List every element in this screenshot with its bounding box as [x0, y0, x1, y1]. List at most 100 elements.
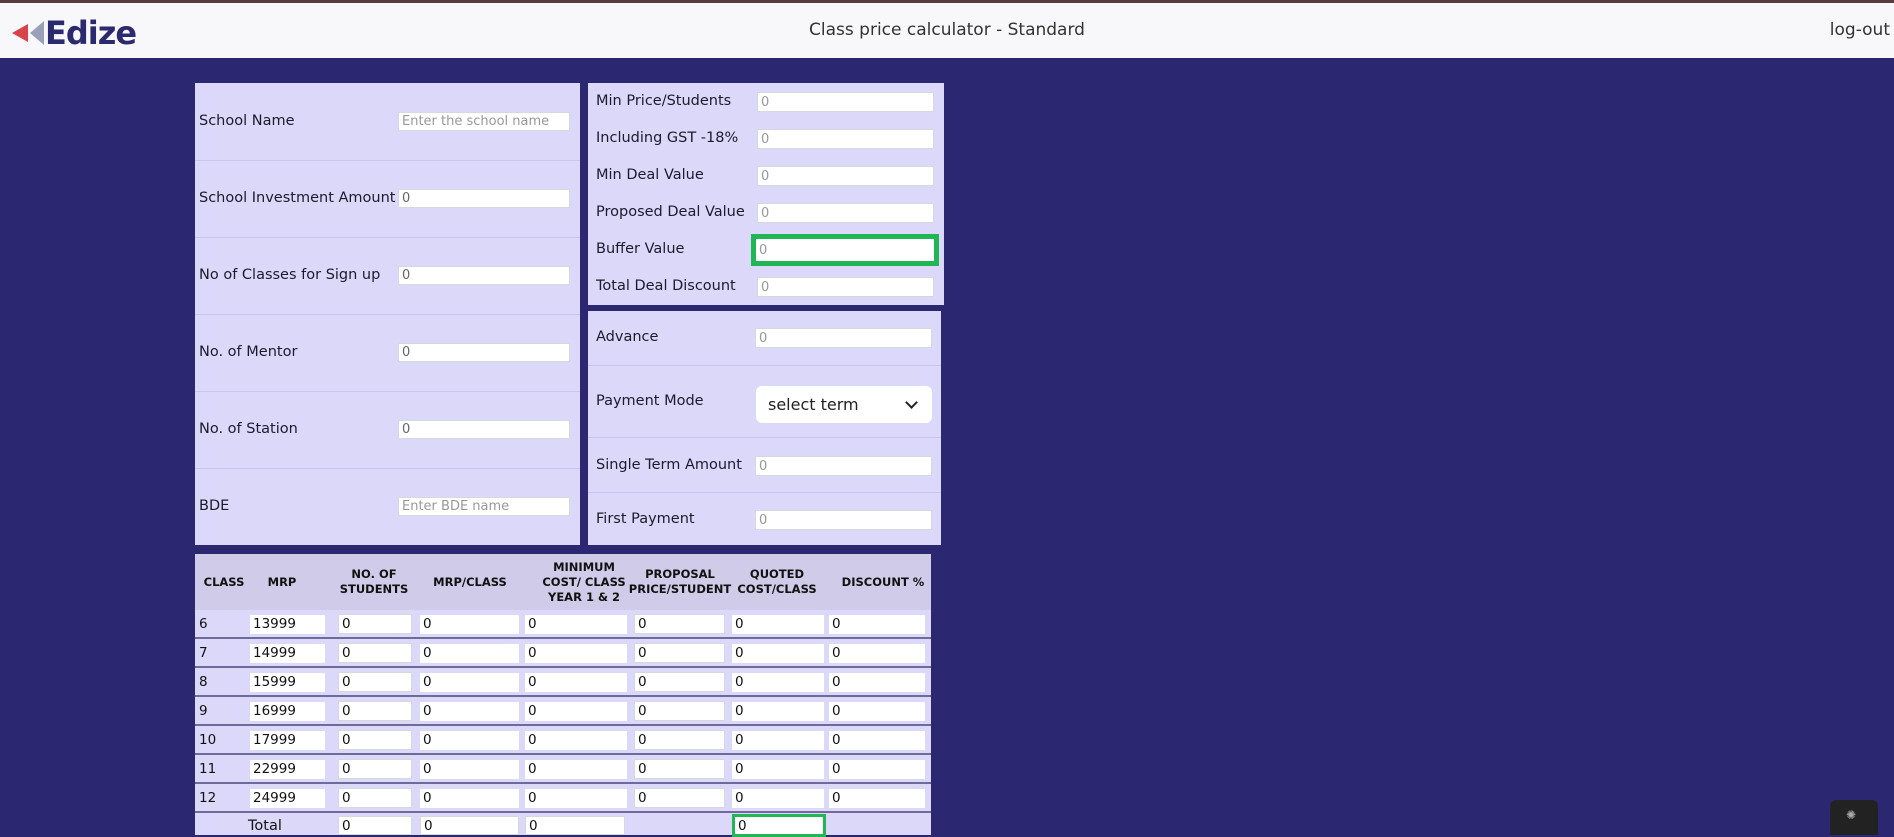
students-input[interactable]: [338, 672, 412, 692]
col-mrp: MRP: [267, 574, 297, 589]
table-row: 11 22999 0 0 0 0: [195, 755, 931, 784]
table-row: 10 17999 0 0 0 0: [195, 726, 931, 755]
cell-mrp-class: 0: [420, 673, 519, 692]
cell-class: 9: [199, 703, 208, 719]
total-students-input[interactable]: [338, 816, 412, 835]
proposal-price-input[interactable]: [634, 614, 725, 634]
proposal-price-input[interactable]: [634, 759, 725, 779]
students-input[interactable]: [338, 614, 412, 634]
cell-mrp-class: 0: [420, 760, 519, 779]
proposed-deal-row: Proposed Deal Value: [588, 194, 944, 231]
students-input[interactable]: [338, 730, 412, 750]
first-payment-row: First Payment: [588, 492, 941, 546]
min-deal-row: Min Deal Value: [588, 157, 944, 194]
proposal-price-input[interactable]: [634, 643, 725, 663]
gst-label: Including GST -18%: [596, 130, 739, 146]
cell-quoted-cost: 0: [732, 760, 824, 779]
first-payment-input[interactable]: [755, 510, 932, 530]
cell-quoted-cost: 0: [732, 731, 824, 750]
investment-row: School Investment Amount: [195, 160, 580, 238]
payment-mode-value: select term: [768, 395, 859, 414]
payment-mode-row: Payment Mode select term: [588, 311, 941, 437]
school-name-label: School Name: [199, 113, 295, 129]
cell-mrp-class: 0: [420, 702, 519, 721]
deal-values-panel: Min Price/Students Including GST -18% Mi…: [588, 83, 944, 305]
station-input[interactable]: [398, 420, 570, 439]
proposal-price-input[interactable]: [634, 730, 725, 750]
proposal-price-input[interactable]: [634, 788, 725, 808]
min-deal-label: Min Deal Value: [596, 167, 704, 183]
payment-mode-select[interactable]: select term: [756, 386, 932, 423]
total-row: Total: [195, 814, 931, 837]
cell-class: 11: [199, 761, 217, 777]
table-row: 7 14999 0 0 0 0: [195, 639, 931, 668]
col-quoted-cost: QUOTED COST/CLASS: [737, 567, 817, 596]
students-input[interactable]: [338, 759, 412, 779]
cell-discount: 0: [829, 760, 925, 779]
bde-label: BDE: [199, 498, 230, 514]
total-min-cost-input[interactable]: [525, 816, 625, 835]
cell-quoted-cost: 0: [732, 702, 824, 721]
proposal-price-input[interactable]: [634, 701, 725, 721]
classes-signup-input[interactable]: [398, 266, 570, 285]
gst-input[interactable]: [757, 129, 934, 149]
students-input[interactable]: [338, 788, 412, 808]
table-row: 9 16999 0 0 0 0: [195, 697, 931, 726]
col-mrp-class: MRP/CLASS: [433, 574, 507, 589]
cell-mrp-class: 0: [420, 789, 519, 808]
students-input[interactable]: [338, 643, 412, 663]
cell-min-cost: 0: [525, 615, 627, 634]
total-quoted-input[interactable]: [732, 814, 826, 837]
proposed-deal-label: Proposed Deal Value: [596, 204, 745, 220]
cell-mrp-class: 0: [420, 644, 519, 663]
table-row: 8 15999 0 0 0 0: [195, 668, 931, 697]
cell-mrp: 13999: [250, 615, 325, 634]
buffer-label: Buffer Value: [596, 241, 685, 257]
single-term-input[interactable]: [755, 456, 932, 476]
single-term-row: Single Term Amount: [588, 437, 941, 493]
cell-quoted-cost: 0: [732, 673, 824, 692]
cell-mrp: 24999: [250, 789, 325, 808]
students-input[interactable]: [338, 701, 412, 721]
col-proposal-price: PROPOSAL PRICE/STUDENT: [628, 567, 732, 596]
total-mrp-class-input[interactable]: [420, 816, 519, 835]
single-term-label: Single Term Amount: [596, 457, 742, 473]
min-price-label: Min Price/Students: [596, 93, 732, 109]
station-label: No. of Station: [199, 421, 298, 437]
school-details-panel: School Name School Investment Amount No …: [195, 83, 580, 545]
buffer-row: Buffer Value: [588, 231, 944, 268]
payment-mode-label: Payment Mode: [596, 393, 704, 409]
table-header: CLASS MRP NO. OF STUDENTS MRP/CLASS MINI…: [195, 554, 931, 610]
cell-quoted-cost: 0: [732, 789, 824, 808]
cell-min-cost: 0: [525, 731, 627, 750]
mentor-input[interactable]: [398, 343, 570, 362]
table-row: 6 13999 0 0 0 0: [195, 610, 931, 639]
bde-input[interactable]: [398, 497, 570, 516]
total-discount-label: Total Deal Discount: [596, 278, 736, 294]
cell-discount: 0: [829, 615, 925, 634]
school-name-input[interactable]: [398, 112, 570, 131]
total-discount-input[interactable]: [757, 277, 934, 297]
cell-min-cost: 0: [525, 644, 627, 663]
min-deal-input[interactable]: [757, 166, 934, 186]
table-row: 12 24999 0 0 0 0: [195, 784, 931, 813]
logout-link[interactable]: log-out: [1830, 20, 1890, 40]
bde-row: BDE: [195, 468, 580, 545]
cell-discount: 0: [829, 644, 925, 663]
cell-min-cost: 0: [525, 673, 627, 692]
mentor-label: No. of Mentor: [199, 344, 298, 360]
proposal-price-input[interactable]: [634, 672, 725, 692]
investment-input[interactable]: [398, 189, 570, 208]
buffer-input[interactable]: [751, 234, 939, 266]
cell-mrp: 14999: [250, 644, 325, 663]
blackbox-icon[interactable]: ✺: [1830, 800, 1878, 835]
gst-row: Including GST -18%: [588, 120, 944, 157]
col-discount: DISCOUNT %: [841, 574, 925, 589]
cell-class: 7: [199, 645, 208, 661]
cell-quoted-cost: 0: [732, 615, 824, 634]
cell-min-cost: 0: [525, 760, 627, 779]
min-price-input[interactable]: [757, 92, 934, 112]
proposed-deal-input[interactable]: [757, 203, 934, 223]
school-name-row: School Name: [195, 83, 580, 161]
chevron-down-icon: [905, 396, 918, 409]
